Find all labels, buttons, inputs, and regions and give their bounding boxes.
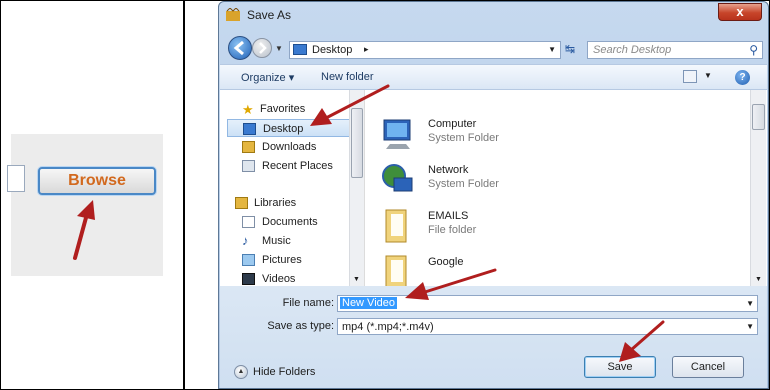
network-icon [382,164,413,192]
organize-button[interactable]: Organize ▾ [241,71,294,84]
nav-header-label: Libraries [254,197,297,209]
cancel-button[interactable]: Cancel [672,356,744,378]
annotation-arrow-file-name [405,268,497,300]
hide-folders-label: Hide Folders [253,366,316,378]
nav-item-downloads[interactable]: Downloads [220,138,348,156]
browse-button[interactable]: Browse [38,167,156,195]
desktop-icon [243,123,256,135]
file-list: Computer System Folder Network System Fo… [370,90,750,286]
nav-item-label: Music [262,235,291,247]
pictures-icon [242,254,255,266]
file-list-scrollbar[interactable]: ▼ [750,90,766,286]
close-button[interactable]: x [718,3,762,21]
table-divider [183,0,185,390]
nav-item-documents[interactable]: Documents [220,213,348,231]
list-item-network[interactable]: Network System Folder [380,158,680,204]
nav-header-libraries[interactable]: Libraries [220,194,348,212]
nav-item-label: Downloads [262,141,317,153]
nav-item-label: Documents [262,216,318,228]
refresh-icon[interactable]: ↹ [565,42,575,56]
help-icon[interactable]: ? [735,70,750,85]
list-item-computer[interactable]: Computer System Folder [380,112,680,158]
annotation-arrow-browse [73,200,95,260]
downloads-folder-icon [242,141,255,153]
music-note-icon: ♪ [242,233,249,248]
navigation-bar: ▼ Desktop ▸ ▼ ↹ Search Desktop ⚲ [219,28,768,62]
recent-places-icon [242,160,255,172]
save-as-type-label: Save as type: [267,320,334,332]
address-dropdown-icon[interactable]: ▼ [548,45,556,54]
save-as-type-value: mp4 (*.mp4;*.m4v) [342,321,434,333]
file-name: Network [428,164,469,176]
title-bar[interactable]: Save As x [219,2,768,28]
forward-arrow-icon [259,42,267,54]
search-placeholder: Search Desktop [593,44,672,56]
nav-item-pictures[interactable]: Pictures [220,251,348,269]
nav-item-label: Videos [262,273,296,285]
libraries-icon [235,197,248,209]
save-as-dialog: Save As x ▼ Desktop ▸ ▼ ↹ Search Desktop… [218,1,769,389]
annotation-arrow-save [619,320,665,362]
search-input[interactable]: Search Desktop ⚲ [587,41,763,59]
search-icon[interactable]: ⚲ [749,43,758,57]
address-location[interactable]: Desktop [312,44,352,56]
computer-icon [383,119,411,149]
forward-button[interactable] [252,38,272,58]
star-icon: ★ [242,102,254,117]
file-type: File folder [428,224,477,236]
dialog-title: Save As [247,8,292,22]
app-icon [226,8,240,21]
desktop-icon [293,44,307,55]
file-name-label: File name: [282,297,334,309]
browse-crop: Browse [7,134,163,276]
save-as-type-dropdown-icon[interactable]: ▼ [746,322,754,331]
scroll-down-icon[interactable]: ▼ [755,276,762,283]
recent-pages-dropdown-icon[interactable]: ▼ [275,44,283,53]
nav-item-label: Recent Places [262,160,333,172]
folder-icon [385,209,407,243]
nav-item-music[interactable]: ♪ Music [220,232,348,250]
file-type: System Folder [428,178,499,190]
save-as-type-select[interactable]: mp4 (*.mp4;*.m4v) ▼ [337,318,758,335]
address-separator[interactable]: ▸ [364,44,369,55]
file-name-dropdown-icon[interactable]: ▼ [746,299,754,308]
nav-header-label: Favorites [260,103,306,115]
list-scroll-thumb[interactable] [752,104,765,130]
videos-icon [242,273,255,285]
file-path-input[interactable] [7,165,25,192]
view-dropdown-icon[interactable]: ▼ [704,71,712,80]
nav-item-recent-places[interactable]: Recent Places [220,157,348,175]
nav-item-label: Desktop [263,123,304,135]
back-button[interactable] [228,36,252,60]
file-name: EMAILS [428,210,469,222]
file-type: System Folder [428,132,499,144]
nav-item-label: Pictures [262,254,302,266]
view-options-icon[interactable] [683,70,697,83]
list-item-emails[interactable]: EMAILS File folder [380,204,680,250]
file-name-value[interactable]: New Video [340,297,397,309]
address-bar[interactable]: Desktop ▸ ▼ [289,41,561,59]
documents-icon [242,216,255,228]
file-name: Computer [428,118,477,130]
scroll-down-icon[interactable]: ▼ [353,276,360,283]
chevron-up-icon: ▲ [234,365,248,379]
back-arrow-icon [233,40,244,56]
browser-body: ★ Favorites Desktop Downloads Recent Pla… [220,84,767,286]
